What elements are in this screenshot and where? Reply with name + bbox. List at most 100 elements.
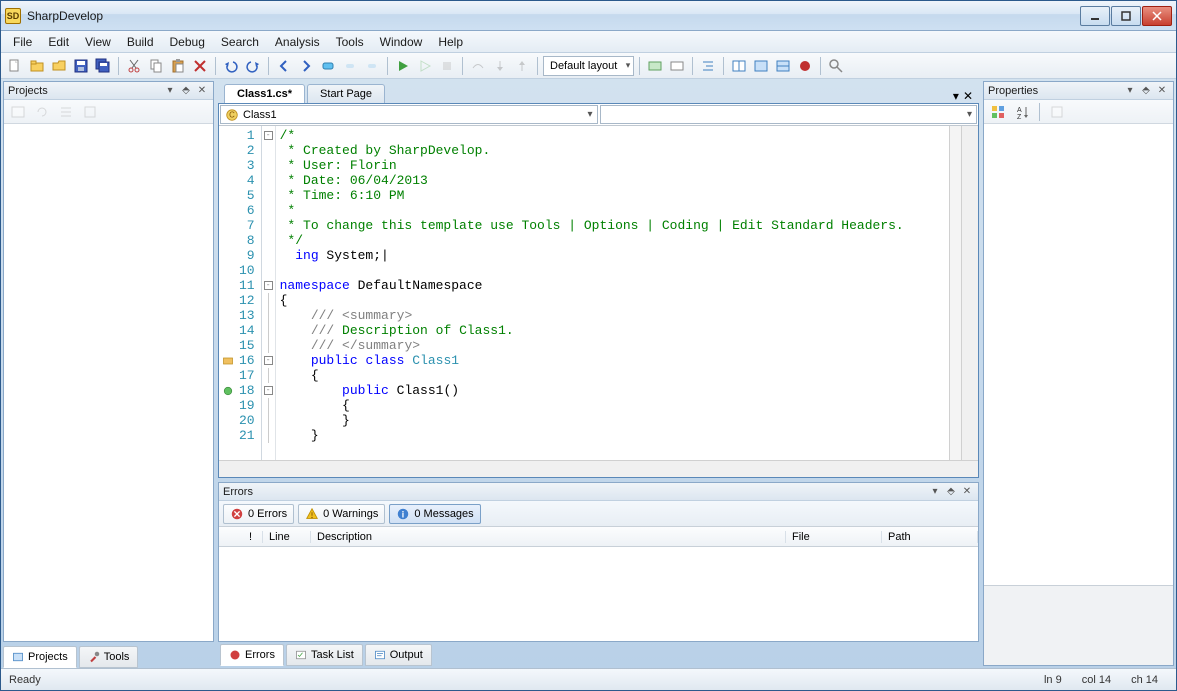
minimize-button[interactable] [1080,6,1110,26]
projects-close-icon[interactable]: ✕ [195,84,209,98]
nav-forward-button[interactable] [296,56,316,76]
collapse-icon[interactable] [56,102,76,122]
tab-tools[interactable]: Tools [79,646,139,668]
step-over-button[interactable] [468,56,488,76]
prev-bookmark-button[interactable] [340,56,360,76]
tab-projects[interactable]: Projects [3,646,77,668]
comment-button[interactable] [645,56,665,76]
doc-tabs-close-icon[interactable]: ✕ [963,89,973,103]
doc-tabs-dropdown-icon[interactable]: ▾ [953,89,959,103]
col-line[interactable]: Line [263,531,311,543]
col-bang[interactable]: ! [243,531,263,543]
bottom-tab-output[interactable]: Output [365,644,432,666]
new-file-button[interactable] [5,56,25,76]
filter-messages[interactable]: i0 Messages [389,504,480,524]
menu-build[interactable]: Build [119,33,162,51]
redo-button[interactable] [243,56,263,76]
filter-warnings-label: 0 Warnings [323,508,378,520]
menu-debug[interactable]: Debug [162,33,213,51]
col-file[interactable]: File [786,531,882,543]
status-ready: Ready [9,674,41,686]
errors-pin-icon[interactable]: ⬘ [944,485,958,499]
indent-button[interactable] [698,56,718,76]
menu-view[interactable]: View [77,33,119,51]
uncomment-button[interactable] [667,56,687,76]
tab-start-page[interactable]: Start Page [307,84,385,103]
menu-bar: File Edit View Build Debug Search Analys… [1,31,1176,53]
properties-pin-icon[interactable]: ⬘ [1139,84,1153,98]
nav-back-button[interactable] [274,56,294,76]
show-all-icon[interactable] [8,102,28,122]
title-bar: SD SharpDevelop [1,1,1176,31]
maximize-button[interactable] [1111,6,1141,26]
property-pages-icon[interactable] [1047,102,1067,122]
tab-class1[interactable]: Class1.cs* [224,84,305,103]
window-layout1-button[interactable] [751,56,771,76]
toggle-bookmark-button[interactable] [318,56,338,76]
menu-analysis[interactable]: Analysis [267,33,328,51]
menu-help[interactable]: Help [430,33,471,51]
properties-close-icon[interactable]: ✕ [1155,84,1169,98]
layout-combo[interactable]: Default layout [543,56,634,76]
new-project-button[interactable] [27,56,47,76]
breakpoint-button[interactable] [795,56,815,76]
projects-toolbar [4,100,213,124]
properties-grid[interactable] [984,124,1173,585]
col-description[interactable]: Description [311,531,786,543]
tab-class1-label: Class1.cs* [237,88,292,100]
step-into-button[interactable] [490,56,510,76]
paste-button[interactable] [168,56,188,76]
cut-button[interactable] [124,56,144,76]
stop-button[interactable] [437,56,457,76]
menu-search[interactable]: Search [213,33,267,51]
svg-text:C: C [229,110,235,119]
step-out-button[interactable] [512,56,532,76]
svg-text:Z: Z [1017,114,1022,120]
projects-dropdown-icon[interactable]: ▾ [163,84,177,98]
close-button[interactable] [1142,6,1172,26]
window-title: SharpDevelop [27,9,1079,23]
delete-button[interactable] [190,56,210,76]
categorized-icon[interactable] [988,102,1008,122]
errors-dropdown-icon[interactable]: ▾ [928,485,942,499]
window-split-button[interactable] [729,56,749,76]
window-layout2-button[interactable] [773,56,793,76]
menu-tools[interactable]: Tools [328,33,372,51]
menu-window[interactable]: Window [372,33,431,51]
run-button[interactable] [393,56,413,76]
properties-icon[interactable] [80,102,100,122]
col-path[interactable]: Path [882,531,978,543]
search-button[interactable] [826,56,846,76]
code-editor[interactable]: 123456789101112131415161718192021 ---- /… [219,126,978,460]
bottom-tab-errors[interactable]: Errors [220,644,284,666]
type-combo[interactable]: C Class1 [220,105,598,124]
bottom-tab-output-label: Output [390,649,423,661]
run-no-debug-button[interactable] [415,56,435,76]
save-all-button[interactable] [93,56,113,76]
app-icon: SD [5,8,21,24]
bottom-tab-tasklist[interactable]: Task List [286,644,363,666]
menu-file[interactable]: File [5,33,40,51]
horizontal-scrollbar[interactable] [219,460,978,477]
refresh-icon[interactable] [32,102,52,122]
vertical-scrollbar[interactable] [961,126,978,460]
overview-ruler[interactable] [949,126,961,460]
copy-button[interactable] [146,56,166,76]
properties-dropdown-icon[interactable]: ▾ [1123,84,1137,98]
save-button[interactable] [71,56,91,76]
projects-pin-icon[interactable]: ⬘ [179,84,193,98]
filter-warnings[interactable]: 0 Warnings [298,504,385,524]
open-button[interactable] [49,56,69,76]
errors-panel-title: Errors [223,486,926,498]
projects-tree[interactable] [4,124,213,641]
menu-edit[interactable]: Edit [40,33,77,51]
errors-table[interactable]: ! Line Description File Path [219,527,978,641]
alphabetical-icon[interactable]: AZ [1012,102,1032,122]
status-ch: ch 14 [1121,674,1168,686]
svg-text:i: i [402,509,404,519]
errors-close-icon[interactable]: ✕ [960,485,974,499]
filter-errors[interactable]: 0 Errors [223,504,294,524]
next-bookmark-button[interactable] [362,56,382,76]
member-combo[interactable] [600,105,978,124]
undo-button[interactable] [221,56,241,76]
